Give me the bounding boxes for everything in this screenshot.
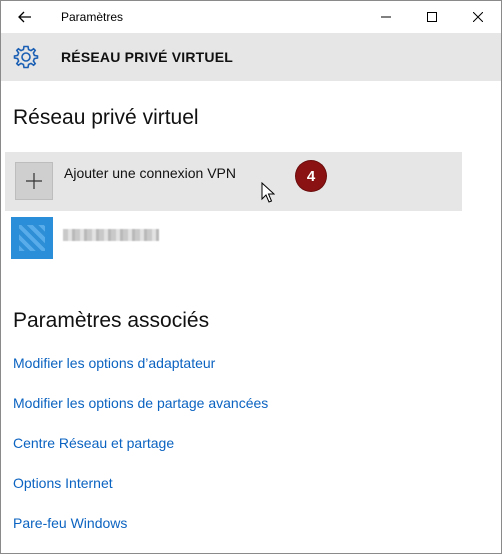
title-bar: Paramètres [1,1,501,33]
window-title: Paramètres [61,10,124,24]
redacted-connection-name [63,229,159,241]
close-icon [473,12,483,22]
back-button[interactable] [9,5,41,29]
vpn-network-icon [11,217,53,259]
link-adapter-options[interactable]: Modifier les options d’adaptateur [13,355,215,371]
link-internet-options[interactable]: Options Internet [13,475,113,491]
minimize-button[interactable] [363,1,409,33]
maximize-button[interactable] [409,1,455,33]
step-badge: 4 [296,161,326,191]
close-button[interactable] [455,1,501,33]
settings-window: Paramètres RÉSEAU PRIVÉ VIRTUEL Réseau p… [0,0,502,554]
vpn-connection-item[interactable] [11,217,171,263]
add-vpn-connection-button[interactable]: Ajouter une connexion VPN [5,152,462,211]
maximize-icon [427,12,437,22]
mouse-cursor-icon [261,182,275,203]
plus-icon [15,162,53,200]
gear-icon [13,45,39,69]
section-heading-related: Paramètres associés [13,309,210,332]
page-title: RÉSEAU PRIVÉ VIRTUEL [61,49,234,65]
page-header: RÉSEAU PRIVÉ VIRTUEL [1,33,501,81]
section-heading-vpn: Réseau privé virtuel [13,106,199,129]
link-advanced-sharing[interactable]: Modifier les options de partage avancées [13,395,268,411]
minimize-icon [381,16,391,18]
back-arrow-icon [18,11,31,23]
add-vpn-label: Ajouter une connexion VPN [64,165,236,181]
link-windows-firewall[interactable]: Pare-feu Windows [13,515,127,531]
link-network-center[interactable]: Centre Réseau et partage [13,435,174,451]
